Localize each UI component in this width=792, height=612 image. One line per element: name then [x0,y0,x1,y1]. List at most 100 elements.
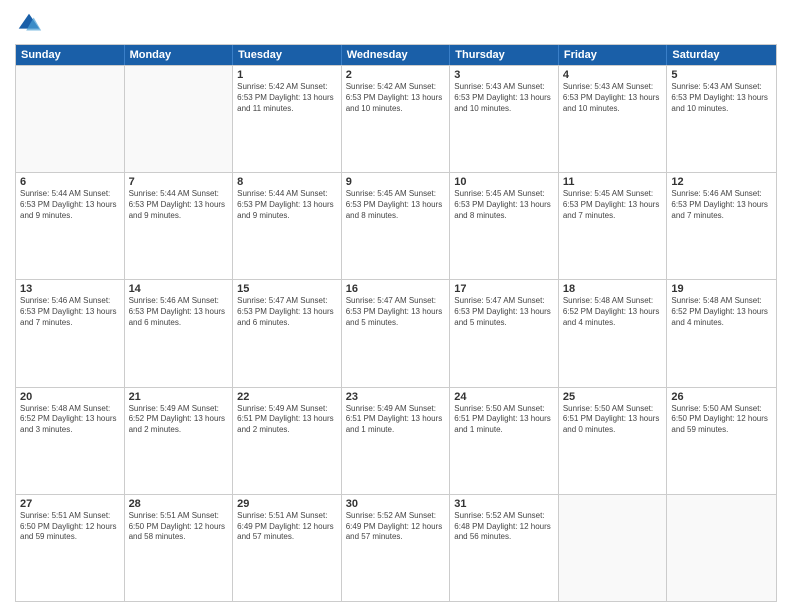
day-number: 7 [129,176,229,188]
day-info: Sunrise: 5:42 AM Sunset: 6:53 PM Dayligh… [237,82,337,114]
day-number: 9 [346,176,446,188]
day-cell-13: 13Sunrise: 5:46 AM Sunset: 6:53 PM Dayli… [16,280,125,386]
day-number: 11 [563,176,663,188]
day-cell-15: 15Sunrise: 5:47 AM Sunset: 6:53 PM Dayli… [233,280,342,386]
day-cell-28: 28Sunrise: 5:51 AM Sunset: 6:50 PM Dayli… [125,495,234,601]
day-info: Sunrise: 5:50 AM Sunset: 6:51 PM Dayligh… [454,404,554,436]
day-cell-3: 3Sunrise: 5:43 AM Sunset: 6:53 PM Daylig… [450,66,559,172]
day-cell-1: 1Sunrise: 5:42 AM Sunset: 6:53 PM Daylig… [233,66,342,172]
day-cell-2: 2Sunrise: 5:42 AM Sunset: 6:53 PM Daylig… [342,66,451,172]
calendar-row-4: 20Sunrise: 5:48 AM Sunset: 6:52 PM Dayli… [16,387,776,494]
day-info: Sunrise: 5:44 AM Sunset: 6:53 PM Dayligh… [20,189,120,221]
day-cell-27: 27Sunrise: 5:51 AM Sunset: 6:50 PM Dayli… [16,495,125,601]
day-number: 4 [563,69,663,81]
page: SundayMondayTuesdayWednesdayThursdayFrid… [0,0,792,612]
calendar-header: SundayMondayTuesdayWednesdayThursdayFrid… [16,45,776,65]
day-number: 31 [454,498,554,510]
day-cell-16: 16Sunrise: 5:47 AM Sunset: 6:53 PM Dayli… [342,280,451,386]
header-day-tuesday: Tuesday [233,45,342,65]
day-info: Sunrise: 5:45 AM Sunset: 6:53 PM Dayligh… [346,189,446,221]
calendar-row-2: 6Sunrise: 5:44 AM Sunset: 6:53 PM Daylig… [16,172,776,279]
day-number: 19 [671,283,772,295]
day-info: Sunrise: 5:50 AM Sunset: 6:51 PM Dayligh… [563,404,663,436]
calendar-row-3: 13Sunrise: 5:46 AM Sunset: 6:53 PM Dayli… [16,279,776,386]
day-number: 17 [454,283,554,295]
day-number: 5 [671,69,772,81]
day-info: Sunrise: 5:49 AM Sunset: 6:52 PM Dayligh… [129,404,229,436]
day-cell-23: 23Sunrise: 5:49 AM Sunset: 6:51 PM Dayli… [342,388,451,494]
day-cell-29: 29Sunrise: 5:51 AM Sunset: 6:49 PM Dayli… [233,495,342,601]
day-info: Sunrise: 5:43 AM Sunset: 6:53 PM Dayligh… [454,82,554,114]
day-info: Sunrise: 5:50 AM Sunset: 6:50 PM Dayligh… [671,404,772,436]
day-cell-5: 5Sunrise: 5:43 AM Sunset: 6:53 PM Daylig… [667,66,776,172]
day-cell-empty-4-5 [559,495,668,601]
header-day-friday: Friday [559,45,668,65]
day-cell-empty-4-6 [667,495,776,601]
day-info: Sunrise: 5:46 AM Sunset: 6:53 PM Dayligh… [129,296,229,328]
day-number: 27 [20,498,120,510]
day-info: Sunrise: 5:52 AM Sunset: 6:48 PM Dayligh… [454,511,554,543]
day-cell-31: 31Sunrise: 5:52 AM Sunset: 6:48 PM Dayli… [450,495,559,601]
day-cell-17: 17Sunrise: 5:47 AM Sunset: 6:53 PM Dayli… [450,280,559,386]
day-number: 1 [237,69,337,81]
day-cell-11: 11Sunrise: 5:45 AM Sunset: 6:53 PM Dayli… [559,173,668,279]
header-day-sunday: Sunday [16,45,125,65]
day-cell-8: 8Sunrise: 5:44 AM Sunset: 6:53 PM Daylig… [233,173,342,279]
day-number: 3 [454,69,554,81]
day-cell-19: 19Sunrise: 5:48 AM Sunset: 6:52 PM Dayli… [667,280,776,386]
day-number: 6 [20,176,120,188]
logo-icon [15,10,43,38]
day-number: 12 [671,176,772,188]
day-number: 15 [237,283,337,295]
day-info: Sunrise: 5:51 AM Sunset: 6:49 PM Dayligh… [237,511,337,543]
day-number: 23 [346,391,446,403]
day-cell-20: 20Sunrise: 5:48 AM Sunset: 6:52 PM Dayli… [16,388,125,494]
day-cell-22: 22Sunrise: 5:49 AM Sunset: 6:51 PM Dayli… [233,388,342,494]
calendar: SundayMondayTuesdayWednesdayThursdayFrid… [15,44,777,602]
day-info: Sunrise: 5:46 AM Sunset: 6:53 PM Dayligh… [20,296,120,328]
day-cell-4: 4Sunrise: 5:43 AM Sunset: 6:53 PM Daylig… [559,66,668,172]
day-number: 22 [237,391,337,403]
day-cell-12: 12Sunrise: 5:46 AM Sunset: 6:53 PM Dayli… [667,173,776,279]
header-day-wednesday: Wednesday [342,45,451,65]
day-number: 29 [237,498,337,510]
day-number: 8 [237,176,337,188]
day-info: Sunrise: 5:51 AM Sunset: 6:50 PM Dayligh… [129,511,229,543]
day-info: Sunrise: 5:48 AM Sunset: 6:52 PM Dayligh… [671,296,772,328]
day-info: Sunrise: 5:52 AM Sunset: 6:49 PM Dayligh… [346,511,446,543]
header-day-thursday: Thursday [450,45,559,65]
calendar-row-5: 27Sunrise: 5:51 AM Sunset: 6:50 PM Dayli… [16,494,776,601]
day-info: Sunrise: 5:48 AM Sunset: 6:52 PM Dayligh… [20,404,120,436]
day-info: Sunrise: 5:47 AM Sunset: 6:53 PM Dayligh… [454,296,554,328]
day-cell-9: 9Sunrise: 5:45 AM Sunset: 6:53 PM Daylig… [342,173,451,279]
day-info: Sunrise: 5:42 AM Sunset: 6:53 PM Dayligh… [346,82,446,114]
day-cell-24: 24Sunrise: 5:50 AM Sunset: 6:51 PM Dayli… [450,388,559,494]
day-info: Sunrise: 5:46 AM Sunset: 6:53 PM Dayligh… [671,189,772,221]
day-info: Sunrise: 5:45 AM Sunset: 6:53 PM Dayligh… [454,189,554,221]
day-number: 20 [20,391,120,403]
day-number: 10 [454,176,554,188]
day-info: Sunrise: 5:51 AM Sunset: 6:50 PM Dayligh… [20,511,120,543]
day-info: Sunrise: 5:49 AM Sunset: 6:51 PM Dayligh… [237,404,337,436]
day-number: 16 [346,283,446,295]
day-cell-10: 10Sunrise: 5:45 AM Sunset: 6:53 PM Dayli… [450,173,559,279]
day-info: Sunrise: 5:47 AM Sunset: 6:53 PM Dayligh… [237,296,337,328]
day-info: Sunrise: 5:43 AM Sunset: 6:53 PM Dayligh… [671,82,772,114]
day-info: Sunrise: 5:43 AM Sunset: 6:53 PM Dayligh… [563,82,663,114]
header [15,10,777,38]
header-day-monday: Monday [125,45,234,65]
day-number: 2 [346,69,446,81]
day-info: Sunrise: 5:48 AM Sunset: 6:52 PM Dayligh… [563,296,663,328]
day-info: Sunrise: 5:44 AM Sunset: 6:53 PM Dayligh… [129,189,229,221]
day-number: 25 [563,391,663,403]
day-number: 13 [20,283,120,295]
day-info: Sunrise: 5:49 AM Sunset: 6:51 PM Dayligh… [346,404,446,436]
day-info: Sunrise: 5:47 AM Sunset: 6:53 PM Dayligh… [346,296,446,328]
header-day-saturday: Saturday [667,45,776,65]
day-info: Sunrise: 5:45 AM Sunset: 6:53 PM Dayligh… [563,189,663,221]
day-info: Sunrise: 5:44 AM Sunset: 6:53 PM Dayligh… [237,189,337,221]
day-cell-25: 25Sunrise: 5:50 AM Sunset: 6:51 PM Dayli… [559,388,668,494]
day-cell-14: 14Sunrise: 5:46 AM Sunset: 6:53 PM Dayli… [125,280,234,386]
day-number: 14 [129,283,229,295]
day-cell-21: 21Sunrise: 5:49 AM Sunset: 6:52 PM Dayli… [125,388,234,494]
